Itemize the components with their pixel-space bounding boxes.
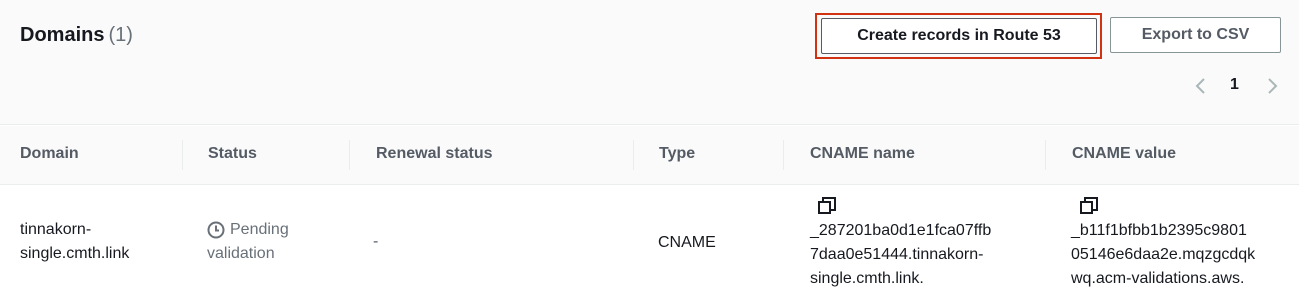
page-title: Domains (1) bbox=[20, 24, 133, 47]
chevron-left-icon[interactable] bbox=[1191, 76, 1209, 96]
page-number[interactable]: 1 bbox=[1230, 76, 1239, 94]
column-header-cname-value[interactable]: CNAME value bbox=[1072, 145, 1176, 163]
domain-cell: tinnakorn- single.cmth.link bbox=[20, 218, 129, 266]
copy-icon[interactable] bbox=[818, 197, 836, 215]
create-records-route53-button[interactable]: Create records in Route 53 bbox=[821, 18, 1097, 54]
status-cell: Pending validation bbox=[207, 218, 289, 266]
column-divider bbox=[1045, 140, 1046, 170]
cname-name-cell: _287201ba0d1e1fca07ffb 7daa0e51444.tinna… bbox=[810, 219, 991, 291]
domain-count: (1) bbox=[108, 24, 133, 46]
cname-name-line: 7daa0e51444.tinnakorn- bbox=[810, 246, 984, 263]
renewal-status-cell: - bbox=[373, 233, 379, 250]
type-cell: CNAME bbox=[658, 234, 716, 251]
column-divider bbox=[182, 140, 183, 170]
cname-value-cell: _b11f1bfbb1b2395c9801 05146e6daa2e.mqzgc… bbox=[1071, 219, 1255, 291]
column-header-type[interactable]: Type bbox=[659, 145, 695, 163]
column-divider bbox=[633, 140, 634, 170]
title-text: Domains bbox=[20, 24, 105, 46]
column-header-cname-name[interactable]: CNAME name bbox=[810, 145, 915, 163]
status-text-line: Pending bbox=[230, 221, 289, 238]
domains-header: Domains (1) Create records in Route 53 Ex… bbox=[0, 0, 1299, 125]
column-divider bbox=[349, 140, 350, 170]
cname-name-line: single.cmth.link. bbox=[810, 270, 924, 287]
column-header-status[interactable]: Status bbox=[208, 145, 257, 163]
domain-line: tinnakorn- bbox=[20, 221, 92, 238]
cname-value-line: 05146e6daa2e.mqzgcdqk bbox=[1071, 246, 1256, 263]
copy-icon[interactable] bbox=[1080, 197, 1098, 215]
cname-value-line: wq.acm-validations.aws. bbox=[1071, 270, 1245, 287]
chevron-right-icon[interactable] bbox=[1264, 76, 1282, 96]
clock-icon bbox=[207, 221, 225, 239]
column-header-domain[interactable]: Domain bbox=[20, 145, 79, 163]
export-csv-button[interactable]: Export to CSV bbox=[1110, 17, 1281, 53]
column-header-renewal-status[interactable]: Renewal status bbox=[376, 145, 492, 163]
cname-name-line: _287201ba0d1e1fca07ffb bbox=[810, 222, 992, 239]
cname-value-line: _b11f1bfbb1b2395c9801 bbox=[1071, 222, 1247, 239]
column-divider bbox=[783, 140, 784, 170]
domain-line: single.cmth.link bbox=[20, 245, 130, 262]
status-text-line: validation bbox=[207, 245, 275, 262]
